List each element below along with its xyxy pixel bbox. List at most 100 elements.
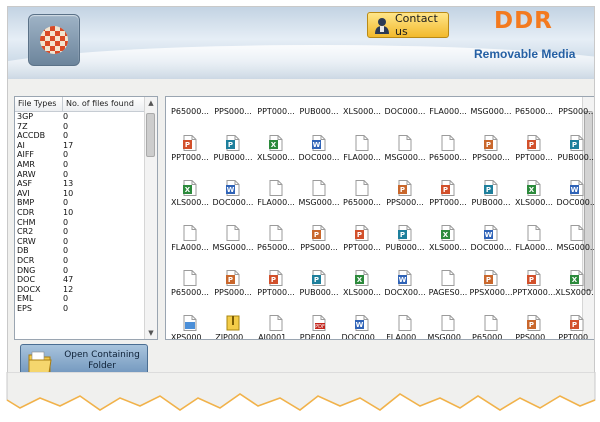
file-item[interactable]: X XLSX000...: [555, 270, 594, 297]
file-item[interactable]: P PPT000...: [555, 315, 594, 339]
file-item[interactable]: MSG000...: [469, 107, 513, 116]
file-type-row[interactable]: CDR 10: [15, 208, 145, 218]
file-type-row[interactable]: AI 17: [15, 141, 145, 151]
file-item[interactable]: P PPS000...: [383, 180, 427, 207]
file-item[interactable]: P65000...: [254, 225, 298, 252]
file-type-row[interactable]: DCR 0: [15, 256, 145, 266]
file-type-name: ASF: [17, 179, 33, 189]
file-type-row[interactable]: DOCX 12: [15, 285, 145, 295]
files-scrollbar[interactable]: [582, 97, 594, 339]
file-item[interactable]: PPS000...: [555, 107, 594, 116]
file-type-row[interactable]: CRW 0: [15, 237, 145, 247]
file-item[interactable]: W DOCX00...: [383, 270, 427, 297]
file-type-row[interactable]: BMP 0: [15, 198, 145, 208]
file-item[interactable]: P PPTX000...: [512, 270, 556, 297]
file-item[interactable]: P65000...: [168, 270, 212, 297]
file-type-row[interactable]: ARW 0: [15, 170, 145, 180]
file-item[interactable]: P PPT000...: [254, 270, 298, 297]
file-item[interactable]: FLA000...: [383, 315, 427, 339]
file-item[interactable]: P PUB000...: [383, 225, 427, 252]
file-item[interactable]: P65000...: [168, 107, 212, 116]
file-type-name: 3GP: [17, 112, 34, 121]
svg-text:P: P: [529, 141, 534, 149]
file-type-row[interactable]: DOC 47: [15, 275, 145, 285]
file-item[interactable]: W DOC000...: [211, 180, 255, 207]
svg-text:X: X: [443, 231, 449, 239]
file-item[interactable]: PDF PDF000...: [297, 315, 341, 339]
file-item[interactable]: P PUB000...: [469, 180, 513, 207]
svg-text:P: P: [400, 186, 405, 194]
column-header-files-found[interactable]: No. of files found: [63, 97, 147, 111]
scroll-down-arrow-icon[interactable]: ▼: [145, 327, 157, 339]
file-item[interactable]: P PPSX000...: [469, 270, 513, 297]
file-item[interactable]: W DOC000...: [340, 315, 384, 339]
column-header-file-types[interactable]: File Types: [15, 97, 63, 111]
file-item[interactable]: MSG000...: [555, 225, 594, 252]
file-name-label: FLA000...: [171, 243, 209, 252]
file-item[interactable]: P PPS000...: [512, 315, 556, 339]
file-type-row[interactable]: DB 0: [15, 246, 145, 256]
file-item[interactable]: P PPT000...: [512, 135, 556, 162]
file-item[interactable]: P PPT000...: [340, 225, 384, 252]
file-item[interactable]: FLA000...: [426, 107, 470, 116]
file-item[interactable]: MSG000...: [383, 135, 427, 162]
file-type-row[interactable]: AVI 10: [15, 189, 145, 199]
scroll-up-arrow-icon[interactable]: ▲: [145, 97, 157, 109]
file-item[interactable]: PPS000...: [211, 107, 255, 116]
file-type-row[interactable]: 7Z 0: [15, 122, 145, 132]
file-type-row[interactable]: CHM 0: [15, 218, 145, 228]
file-item[interactable]: W DOC000...: [555, 180, 594, 207]
doc-icon: W: [484, 225, 498, 241]
file-item[interactable]: P PUB000...: [211, 135, 255, 162]
file-type-row[interactable]: ACCDB 0: [15, 131, 145, 141]
file-type-row[interactable]: AIFF 0: [15, 150, 145, 160]
file-item[interactable]: X XLS000...: [512, 180, 556, 207]
file-type-row[interactable]: EML 0: [15, 294, 145, 304]
blank-file-icon: [355, 180, 369, 196]
file-item[interactable]: X XLS000...: [168, 180, 212, 207]
file-item[interactable]: FLA000...: [512, 225, 556, 252]
file-type-row[interactable]: DNG 0: [15, 266, 145, 276]
file-item[interactable]: MSG000...: [211, 225, 255, 252]
file-item[interactable]: P65000...: [469, 315, 513, 339]
file-item[interactable]: X XLS000...: [340, 270, 384, 297]
file-item[interactable]: FLA000...: [168, 225, 212, 252]
file-item[interactable]: P65000...: [512, 107, 556, 116]
file-item[interactable]: P65000...: [340, 180, 384, 207]
file-item[interactable]: XLS000...: [340, 107, 384, 116]
file-types-header: File Types No. of files found: [15, 97, 157, 112]
file-item[interactable]: XPS000...: [168, 315, 212, 339]
file-type-row[interactable]: EPS 0: [15, 304, 145, 314]
file-item[interactable]: PPT000...: [254, 107, 298, 116]
file-item[interactable]: P PPT000...: [426, 180, 470, 207]
contact-us-button[interactable]: Contact us: [367, 12, 449, 38]
file-item[interactable]: FLA000...: [254, 180, 298, 207]
pps-icon: P: [226, 270, 240, 286]
file-types-scrollbar[interactable]: ▲ ▼: [144, 97, 157, 339]
file-type-row[interactable]: CR2 0: [15, 227, 145, 237]
svg-text:W: W: [485, 231, 493, 239]
file-item[interactable]: P65000...: [426, 135, 470, 162]
file-item[interactable]: PUB000...: [297, 107, 341, 116]
file-item[interactable]: P PPS000...: [469, 135, 513, 162]
file-type-row[interactable]: ASF 13: [15, 179, 145, 189]
file-item[interactable]: P PPT000...: [168, 135, 212, 162]
file-item[interactable]: DOC000...: [383, 107, 427, 116]
file-type-row[interactable]: AMR 0: [15, 160, 145, 170]
file-item[interactable]: FLA000...: [340, 135, 384, 162]
file-item[interactable]: X XLS000...: [426, 225, 470, 252]
file-item[interactable]: MSG000...: [297, 180, 341, 207]
file-type-row[interactable]: 3GP 0: [15, 112, 145, 122]
file-item[interactable]: W DOC000...: [469, 225, 513, 252]
file-item[interactable]: P PUB000...: [297, 270, 341, 297]
file-item[interactable]: W DOC000...: [297, 135, 341, 162]
file-item[interactable]: P PPS000...: [297, 225, 341, 252]
file-item[interactable]: P PUB000...: [555, 135, 594, 162]
file-item[interactable]: X XLS000...: [254, 135, 298, 162]
file-item[interactable]: PAGES0...: [426, 270, 470, 297]
scrollbar-thumb[interactable]: [146, 113, 155, 157]
file-item[interactable]: AI0001...: [254, 315, 298, 339]
file-item[interactable]: P PPS000...: [211, 270, 255, 297]
file-item[interactable]: MSG000...: [426, 315, 470, 339]
file-item[interactable]: ZIP000...: [211, 315, 255, 339]
